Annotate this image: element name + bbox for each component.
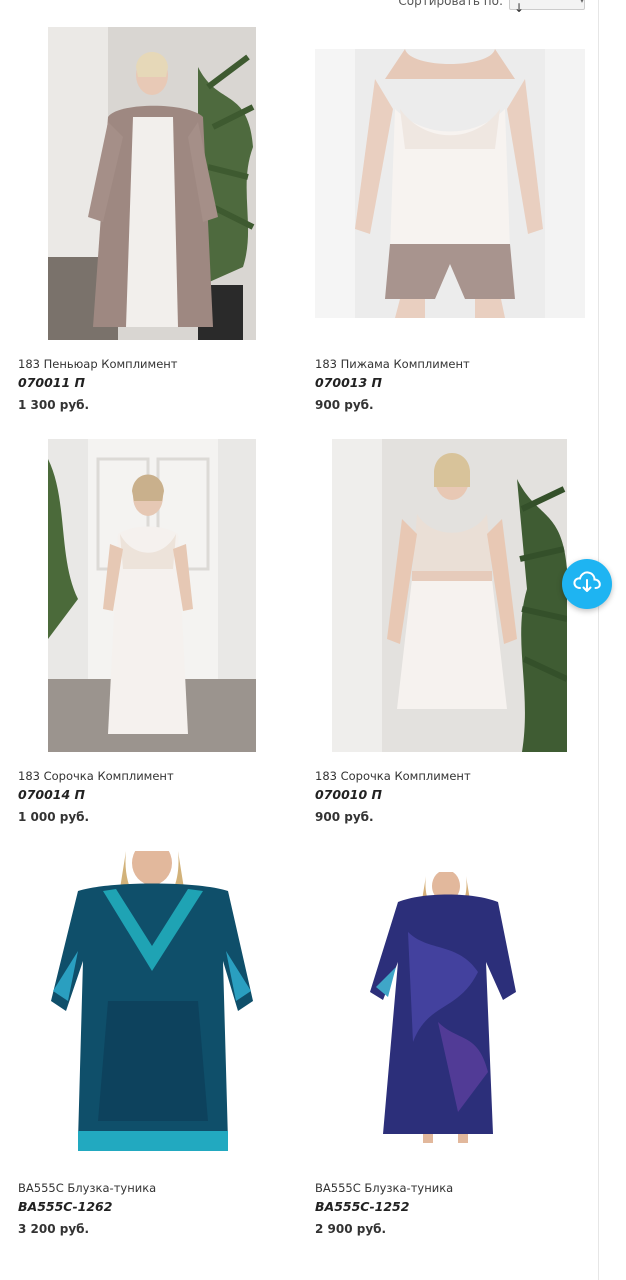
product-code: BA555C-1262 xyxy=(18,1199,113,1214)
sort-bar: Сортировать по: названию ↓ ▾ xyxy=(398,0,585,15)
product-price: 1 300 руб. xyxy=(18,398,90,412)
product-price: 1 000 руб. xyxy=(18,810,90,824)
product-image-6[interactable] xyxy=(368,872,518,1143)
product-code: 070014 П xyxy=(18,787,85,802)
product-code: 070010 П xyxy=(315,787,382,802)
page-divider xyxy=(598,0,599,1280)
product-price: 900 руб. xyxy=(315,398,374,412)
product-name[interactable]: 183 Пеньюар Комплимент xyxy=(18,357,178,371)
product-image-4[interactable] xyxy=(332,439,567,752)
product-code: 070013 П xyxy=(315,375,382,390)
product-image-1[interactable] xyxy=(48,27,256,340)
product-name[interactable]: BA555C Блузка-туника xyxy=(315,1181,453,1195)
product-name[interactable]: 183 Сорочка Комплимент xyxy=(18,769,174,783)
product-image-5[interactable] xyxy=(48,851,256,1164)
product-price: 900 руб. xyxy=(315,810,374,824)
product-code: 070011 П xyxy=(18,375,85,390)
product-name[interactable]: 183 Сорочка Комплимент xyxy=(315,769,471,783)
product-price: 3 200 руб. xyxy=(18,1222,90,1236)
product-image-2[interactable] xyxy=(315,49,585,318)
cloud-download-button[interactable] xyxy=(562,559,612,609)
sort-selected-value: названию ↓ xyxy=(514,0,576,15)
product-name[interactable]: BA555C Блузка-туника xyxy=(18,1181,156,1195)
chevron-down-icon: ▾ xyxy=(579,0,585,6)
product-code: BA555C-1252 xyxy=(315,1199,410,1214)
sort-select[interactable]: названию ↓ ▾ xyxy=(509,0,585,15)
sort-label: Сортировать по: xyxy=(398,0,503,8)
cloud-download-icon xyxy=(573,571,601,597)
product-name[interactable]: 183 Пижама Комплимент xyxy=(315,357,470,371)
product-price: 2 900 руб. xyxy=(315,1222,387,1236)
product-image-3[interactable] xyxy=(48,439,256,752)
